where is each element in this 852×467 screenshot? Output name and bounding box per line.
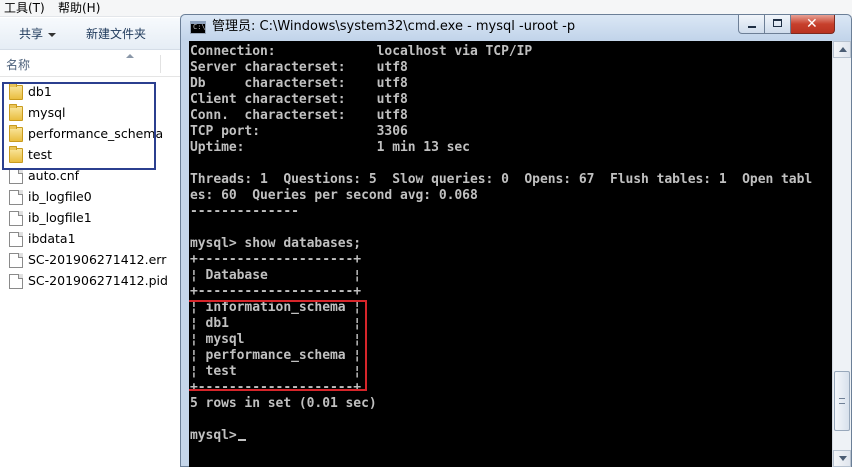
file-icon [9,274,23,289]
new-folder-button[interactable]: 新建文件夹 [86,27,146,41]
close-icon: ✕ [806,16,818,32]
text-cursor [237,439,246,441]
minimize-button[interactable] [738,15,765,34]
console-line: mysql> show databases; [190,236,362,251]
console-line: +--------------------+ [190,252,362,267]
sort-arrow-icon [126,54,134,58]
file-name: ibdata1 [28,231,76,246]
share-label: 共享 [19,27,44,41]
file-name: auto.cnf [28,168,80,183]
console-line: mysql> [190,428,812,444]
scroll-down-button[interactable] [833,450,851,467]
console-line: Uptime: 1 min 13 sec [190,140,470,155]
file-item[interactable]: ib_logfile0 [0,187,180,208]
console-line: Threads: 1 Questions: 5 Slow queries: 0 … [190,172,813,187]
file-item[interactable]: ibdata1 [0,229,180,250]
grip-icon [839,398,845,404]
console-line: -------------- [190,204,299,219]
share-button[interactable]: 共享 [19,27,57,41]
file-icon [9,169,23,184]
console-line: TCP port: 3306 [190,124,408,139]
desktop: 工具(T) 帮助(H) 共享 新建文件夹 名称 db1 mysql performa… [0,0,852,467]
file-icon [9,232,23,247]
file-item[interactable]: SC-201906271412.pid [0,271,180,292]
file-item[interactable]: SC-201906271412.err [0,250,180,271]
file-item[interactable]: ib_logfile1 [0,208,180,229]
file-icon [9,211,23,226]
folder-highlight-box [2,82,156,170]
console-line: Connection: localhost via TCP/IP [190,44,533,59]
console-line: Server characterset: utf8 [190,60,408,75]
maximize-button[interactable] [765,15,791,34]
console-line: es: 60 Queries per second avg: 0.068 [190,188,478,203]
title-bar[interactable]: C:\ 管理员: C:\Windows\system32\cmd.exe - m… [181,15,851,40]
console-line: +--------------------+ [190,284,362,299]
cmd-icon-text: C:\ [193,23,206,31]
scroll-up-button[interactable] [833,41,851,58]
file-icon [9,253,23,268]
scroll-thumb[interactable] [834,371,850,431]
close-button[interactable]: ✕ [791,15,835,34]
console-line: 5 rows in set (0.01 sec) [190,396,377,411]
file-name: SC-201906271412.err [28,252,167,267]
menu-tools[interactable]: 工具(T) [4,1,45,15]
vertical-scrollbar[interactable] [832,41,851,467]
console-line: Client characterset: utf8 [190,92,408,107]
cmd-icon[interactable]: C:\ [190,21,206,34]
console-output[interactable]: Connection: localhost via TCP/IP Server c… [189,41,832,467]
file-name: SC-201906271412.pid [28,273,168,288]
database-list-highlight-box [189,300,367,391]
window-title: 管理员: C:\Windows\system32\cmd.exe - mysql… [212,19,576,34]
console-line: Conn. characterset: utf8 [190,108,408,123]
minimize-icon [748,26,756,28]
file-name: ib_logfile0 [28,189,92,204]
maximize-icon [773,19,782,27]
chevron-down-icon [48,32,57,37]
column-name[interactable]: 名称 [6,58,30,72]
menu-help[interactable]: 帮助(H) [58,1,100,15]
file-name: ib_logfile1 [28,210,92,225]
file-icon [9,190,23,205]
column-separator[interactable] [160,55,161,73]
cmd-window: C:\ 管理员: C:\Windows\system32\cmd.exe - m… [180,14,852,467]
console-line: ¦ Database ¦ [190,268,362,283]
console-line: Db characterset: utf8 [190,76,408,91]
